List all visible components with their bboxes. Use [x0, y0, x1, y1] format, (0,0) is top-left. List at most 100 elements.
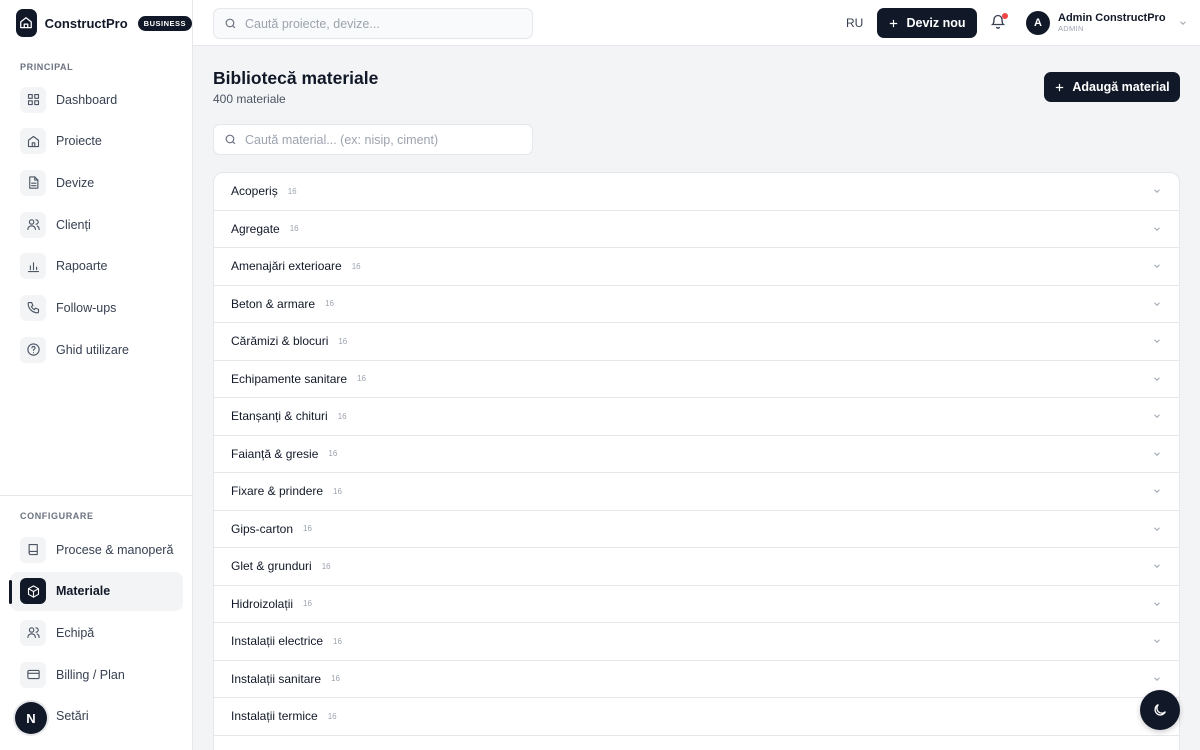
category-row[interactable]: Hidroizolații 16: [214, 586, 1179, 623]
users-icon: [20, 619, 46, 646]
category-count: 16: [331, 674, 340, 684]
category-count: 16: [351, 261, 361, 271]
user-name: Admin ConstructPro: [1058, 12, 1166, 24]
new-estimate-button[interactable]: Deviz nou: [877, 8, 977, 38]
language-switch[interactable]: RU: [846, 16, 863, 30]
sidebar-item-billing-plan[interactable]: Billing / Plan: [10, 655, 183, 694]
category-row[interactable]: [214, 736, 1179, 750]
category-name: Acoperiș: [231, 184, 278, 199]
chevron-down-icon: [1179, 21, 1186, 25]
sidebar-item-materiale[interactable]: Materiale: [9, 571, 183, 611]
add-material-label: Adaugă material: [1072, 80, 1170, 94]
category-count: 16: [321, 561, 331, 571]
materials-count: 400 materiale: [213, 92, 286, 106]
category-row[interactable]: Faianță & gresie 16: [214, 436, 1179, 473]
plus-icon: [1056, 83, 1064, 91]
category-count: 16: [357, 374, 366, 384]
sidebar-item-label: Billing / Plan: [56, 667, 125, 682]
category-count: 16: [337, 411, 347, 421]
sidebar-item-ghid-utilizare[interactable]: Ghid utilizare: [10, 330, 183, 369]
global-search-input[interactable]: [245, 16, 505, 31]
sidebar-item-clienti[interactable]: Clienți: [10, 205, 183, 244]
category-row[interactable]: Acoperiș 16: [214, 173, 1179, 211]
workspace-avatar[interactable]: N: [15, 702, 47, 734]
home-icon: [20, 128, 46, 155]
chevron-down-icon: [1154, 264, 1160, 269]
category-row[interactable]: Amenajări exterioare 16: [214, 248, 1179, 286]
notifications-button[interactable]: [990, 13, 1008, 33]
global-search: [213, 8, 533, 39]
category-name: Instalații sanitare: [231, 671, 322, 686]
category-row[interactable]: Beton & armare 16: [214, 286, 1179, 323]
user-menu[interactable]: A Admin ConstructPro ADMIN: [1026, 11, 1188, 35]
sidebar-divider: [0, 495, 193, 496]
sidebar-item-devize[interactable]: Devize: [10, 163, 183, 202]
topbar: RU Deviz nou A Admin ConstructPro ADMIN: [193, 0, 1200, 46]
nav-principal: Dashboard Proiecte Devize Clienți Rapoarte Fo…: [10, 80, 183, 372]
sidebar-item-rapoarte[interactable]: Rapoarte: [10, 247, 183, 286]
category-list: Acoperiș 16 Agregate 16 Amenajări exterioare…: [213, 172, 1180, 750]
theme-toggle-button[interactable]: [1140, 690, 1180, 730]
category-row[interactable]: Agregate 16: [214, 211, 1179, 248]
new-estimate-label: Deviz nou: [906, 16, 966, 30]
sidebar-item-label: Ghid utilizare: [56, 342, 129, 357]
category-row[interactable]: Echipamente sanitare 16: [214, 361, 1179, 398]
sidebar-item-proiecte[interactable]: Proiecte: [10, 122, 183, 161]
category-name: Agregate: [231, 221, 280, 236]
category-count: 16: [328, 449, 338, 459]
chevron-down-icon: [1154, 639, 1160, 644]
box-icon: [20, 578, 46, 605]
category-name: Hidroizolații: [231, 596, 294, 611]
category-name: Cărămizi & blocuri: [231, 334, 329, 349]
category-count: 16: [325, 299, 334, 309]
users-icon: [20, 211, 46, 238]
sidebar-item-label: Procese & manoperă: [56, 542, 174, 557]
category-row[interactable]: Fixare & prindere 16: [214, 473, 1179, 511]
material-search-input[interactable]: [245, 132, 505, 147]
sidebar-item-label: Clienți: [56, 217, 91, 232]
notification-dot: [1002, 13, 1008, 19]
sidebar-item-label: Follow-ups: [56, 300, 117, 315]
category-name: Beton & armare: [231, 296, 316, 311]
active-indicator: [9, 579, 12, 604]
category-row[interactable]: Glet & grunduri 16: [214, 548, 1179, 586]
grid-icon: [20, 86, 46, 113]
sidebar-item-echipa[interactable]: Echipă: [10, 613, 183, 652]
category-count: 16: [289, 224, 299, 234]
brand[interactable]: ConstructPro BUSINESS: [0, 0, 192, 46]
plan-badge: BUSINESS: [137, 15, 192, 31]
chevron-down-icon: [1154, 227, 1160, 231]
sidebar-item-label: Echipă: [56, 625, 95, 640]
chevron-down-icon: [1154, 677, 1160, 681]
material-search: [213, 124, 533, 155]
search-icon: [225, 18, 236, 29]
chevron-down-icon: [1154, 564, 1160, 569]
category-name: Faianță & gresie: [231, 446, 319, 461]
search-icon: [225, 134, 236, 145]
category-name: Instalații termice: [231, 709, 318, 724]
phone-icon: [20, 294, 46, 321]
category-count: 16: [303, 524, 312, 534]
sidebar-item-label: Dashboard: [56, 92, 118, 107]
sidebar-item-label: Proiecte: [56, 134, 102, 149]
chevron-down-icon: [1154, 377, 1160, 381]
user-avatar: A: [1026, 11, 1050, 35]
category-row[interactable]: Instalații termice 16: [214, 698, 1179, 736]
sidebar-item-procese-manopera[interactable]: Procese & manoperă: [10, 530, 183, 569]
category-row[interactable]: Etanșanți & chituri 16: [214, 398, 1179, 436]
category-count: 16: [303, 599, 312, 609]
sidebar-item-dashboard[interactable]: Dashboard: [10, 80, 183, 119]
category-name: Echipamente sanitare: [231, 371, 348, 386]
category-row[interactable]: Instalații electrice 16: [214, 623, 1179, 661]
add-material-button[interactable]: Adaugă material: [1044, 72, 1180, 102]
category-row[interactable]: Gips-carton 16: [214, 511, 1179, 548]
sidebar-item-label: Devize: [56, 175, 95, 190]
credit-card-icon: [20, 661, 46, 688]
category-row[interactable]: Cărămizi & blocuri 16: [214, 323, 1179, 361]
sidebar-item-follow-ups[interactable]: Follow-ups: [10, 288, 183, 327]
moon-icon: [1154, 704, 1166, 716]
chevron-down-icon: [1154, 414, 1160, 419]
book-icon: [20, 536, 46, 563]
chevron-down-icon: [1154, 302, 1160, 306]
category-row[interactable]: Instalații sanitare 16: [214, 661, 1179, 698]
